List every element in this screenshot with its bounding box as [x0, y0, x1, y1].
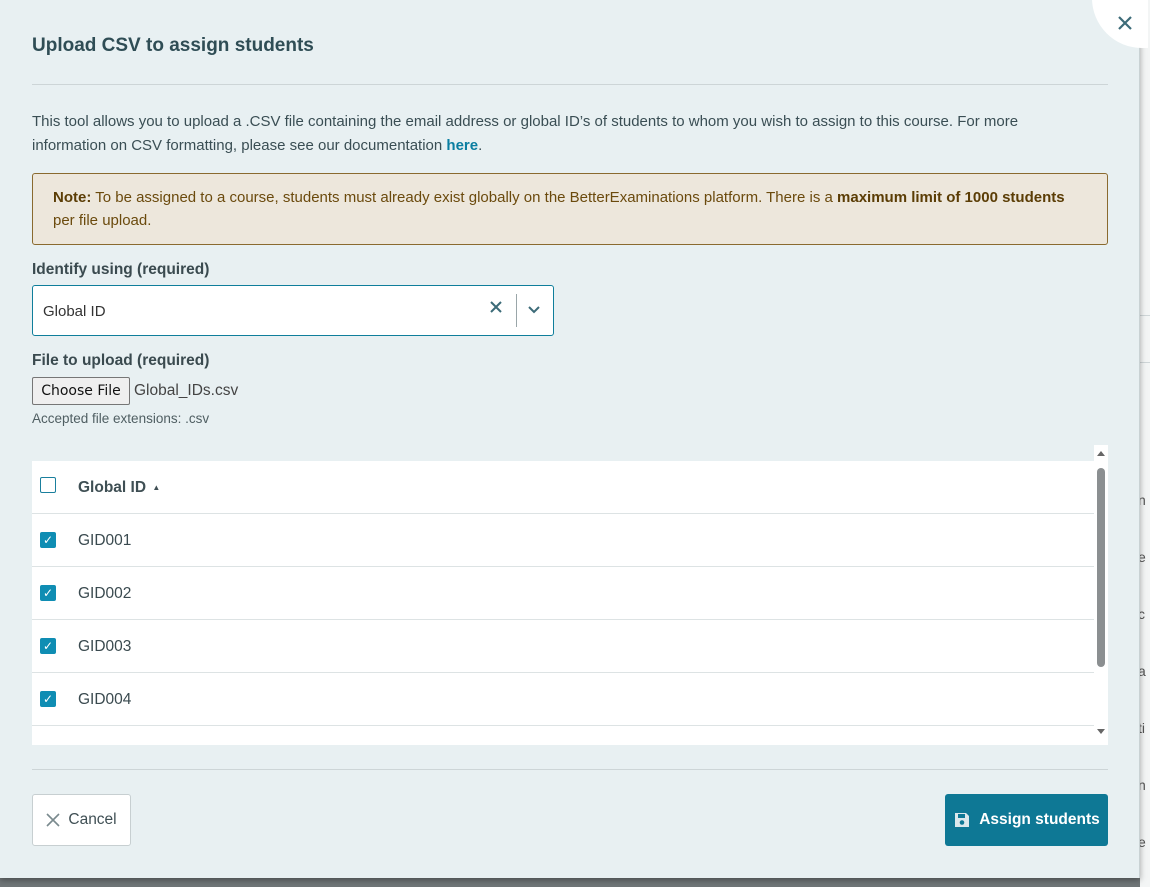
- description-end: .: [478, 137, 483, 154]
- students-table: Global ID ▲ ✓ GID001 ✓ GID002 ✓ GID003 ✓…: [32, 445, 1108, 745]
- select-all-checkbox[interactable]: [40, 477, 56, 493]
- note-alert: Note: To be assigned to a course, studen…: [32, 173, 1108, 245]
- scroll-down-icon[interactable]: [1097, 729, 1105, 734]
- background-divider: [1140, 315, 1150, 316]
- note-text-end: per file upload.: [53, 212, 152, 229]
- note-limit: maximum limit of 1000 students: [837, 189, 1065, 206]
- identify-select-value: Global ID: [43, 303, 106, 320]
- sort-ascending-icon: ▲: [152, 483, 161, 493]
- scrollbar-thumb[interactable]: [1097, 468, 1105, 667]
- file-extensions-help: Accepted file extensions: .csv: [32, 411, 210, 426]
- file-label: File to upload (required): [32, 352, 210, 369]
- table-header-row: Global ID ▲: [32, 461, 1094, 514]
- identify-select[interactable]: Global ID: [32, 285, 554, 336]
- modal-description: This tool allows you to upload a .CSV fi…: [32, 110, 1092, 158]
- global-id-cell: GID003: [78, 638, 132, 655]
- column-header-global-id[interactable]: Global ID ▲: [78, 479, 160, 497]
- chevron-down-icon[interactable]: [527, 302, 541, 321]
- save-icon: [955, 813, 970, 827]
- upload-csv-modal: Upload CSV to assign students This tool …: [0, 0, 1140, 878]
- background-page: [1140, 0, 1150, 887]
- table-row[interactable]: ✓ GID002: [32, 567, 1094, 620]
- clear-icon[interactable]: [489, 300, 503, 319]
- table-top-spacer: [32, 445, 1094, 461]
- cancel-label: Cancel: [68, 811, 117, 828]
- row-checkbox[interactable]: ✓: [40, 691, 56, 707]
- table-row[interactable]: ✓ GID003: [32, 620, 1094, 673]
- modal-title: Upload CSV to assign students: [32, 35, 314, 56]
- close-icon: [46, 813, 60, 827]
- header-divider: [32, 84, 1108, 85]
- global-id-cell: GID002: [78, 585, 132, 602]
- footer-divider: [32, 769, 1108, 770]
- choose-file-button[interactable]: Choose File: [32, 377, 130, 405]
- background-divider: [1140, 362, 1150, 363]
- close-icon: [1118, 16, 1132, 30]
- selected-file-name: Global_IDs.csv: [134, 382, 239, 399]
- scroll-up-icon[interactable]: [1097, 451, 1105, 456]
- select-divider: [516, 294, 517, 327]
- global-id-cell: GID001: [78, 532, 132, 549]
- assign-students-label: Assign students: [979, 811, 1100, 828]
- table-scrollbar[interactable]: [1094, 445, 1108, 745]
- row-checkbox[interactable]: ✓: [40, 638, 56, 654]
- row-checkbox[interactable]: ✓: [40, 532, 56, 548]
- global-id-cell: GID004: [78, 691, 132, 708]
- table-row[interactable]: ✓ GID001: [32, 514, 1094, 567]
- identify-label: Identify using (required): [32, 261, 210, 278]
- row-checkbox[interactable]: ✓: [40, 585, 56, 601]
- description-text: This tool allows you to upload a .CSV fi…: [32, 113, 1019, 154]
- column-header-label: Global ID: [78, 479, 147, 496]
- assign-students-button[interactable]: Assign students: [945, 794, 1108, 846]
- note-text: To be assigned to a course, students mus…: [91, 189, 838, 206]
- cancel-button[interactable]: Cancel: [32, 794, 131, 846]
- note-label: Note:: [53, 189, 92, 206]
- table-row[interactable]: ✓ GID004: [32, 673, 1094, 726]
- documentation-link[interactable]: here: [446, 137, 478, 154]
